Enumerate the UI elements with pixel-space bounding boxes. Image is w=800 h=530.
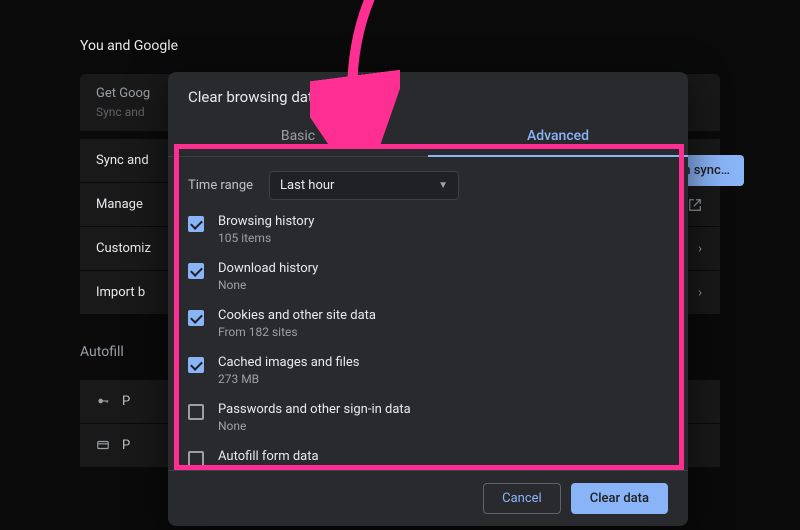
- checkbox[interactable]: [188, 216, 204, 232]
- check-label: Download history: [218, 261, 318, 276]
- check-text: Cached images and files 273 MB: [218, 355, 359, 386]
- check-sub: None: [218, 278, 318, 292]
- section-title-you-and-google: You and Google: [80, 38, 800, 54]
- check-label: Browsing history: [218, 214, 314, 229]
- check-label: Autofill form data: [218, 449, 319, 464]
- key-icon: [96, 394, 110, 412]
- clear-data-button[interactable]: Clear data: [571, 483, 668, 514]
- check-row: Cached images and files 273 MB: [188, 355, 668, 386]
- time-range-label: Time range: [188, 178, 253, 193]
- check-text: Passwords and other sign-in data None: [218, 402, 411, 433]
- card-icon: [96, 438, 110, 456]
- check-text: Cookies and other site data From 182 site…: [218, 308, 376, 339]
- dialog-body: Time range Last hour ▼ Browsing history 1…: [168, 157, 688, 470]
- clear-browsing-data-dialog: Clear browsing data Basic Advanced Time …: [168, 72, 688, 526]
- cancel-button[interactable]: Cancel: [483, 483, 561, 514]
- checkbox[interactable]: [188, 451, 204, 467]
- check-sub: None: [218, 419, 411, 433]
- check-text: Autofill form data: [218, 449, 319, 464]
- dropdown-triangle-icon: ▼: [438, 180, 448, 191]
- check-row: Passwords and other sign-in data None: [188, 402, 668, 433]
- check-sub: From 182 sites: [218, 325, 376, 339]
- check-row: Browsing history 105 items: [188, 214, 668, 245]
- dialog-footer: Cancel Clear data: [168, 470, 688, 526]
- check-text: Browsing history 105 items: [218, 214, 314, 245]
- clear-data-checklist: Browsing history 105 items Download histor…: [188, 214, 668, 467]
- time-range-select[interactable]: Last hour ▼: [269, 171, 459, 200]
- tab-basic[interactable]: Basic: [168, 116, 428, 156]
- check-label: Cached images and files: [218, 355, 359, 370]
- check-row: Download history None: [188, 261, 668, 292]
- open-external-icon: [688, 198, 702, 212]
- check-label: Passwords and other sign-in data: [218, 402, 411, 417]
- check-row: Autofill form data: [188, 449, 668, 467]
- dialog-title: Clear browsing data: [168, 72, 688, 116]
- tab-advanced[interactable]: Advanced: [428, 116, 688, 156]
- check-row: Cookies and other site data From 182 site…: [188, 308, 668, 339]
- check-sub: 273 MB: [218, 372, 359, 386]
- time-range-value: Last hour: [280, 178, 334, 193]
- chevron-right-icon: ›: [698, 285, 702, 300]
- chevron-right-icon: ›: [698, 241, 702, 256]
- checkbox[interactable]: [188, 357, 204, 373]
- checkbox[interactable]: [188, 310, 204, 326]
- time-range-row: Time range Last hour ▼: [188, 171, 668, 200]
- checkbox[interactable]: [188, 263, 204, 279]
- checkbox[interactable]: [188, 404, 204, 420]
- dialog-tabs: Basic Advanced: [168, 116, 688, 157]
- check-sub: 105 items: [218, 231, 314, 245]
- check-text: Download history None: [218, 261, 318, 292]
- check-label: Cookies and other site data: [218, 308, 376, 323]
